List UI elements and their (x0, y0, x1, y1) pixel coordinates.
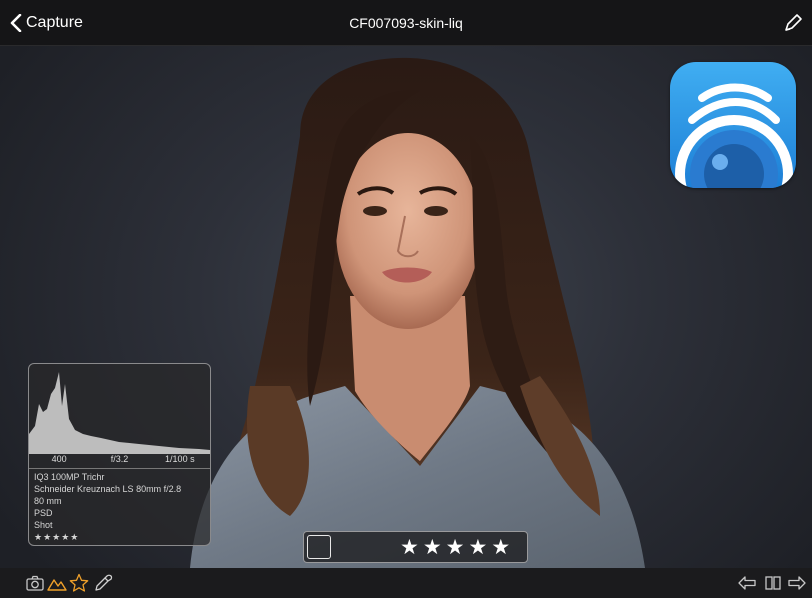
mountain-warning-icon[interactable] (47, 573, 67, 593)
star-5[interactable]: ★ (491, 535, 510, 561)
histogram-chart (29, 372, 210, 454)
capture-pilot-app-icon (670, 62, 796, 188)
back-button[interactable]: Capture (10, 0, 83, 46)
pen-icon[interactable] (782, 12, 804, 34)
star-4[interactable]: ★ (468, 535, 487, 561)
shutter-value: 1/100 s (165, 454, 195, 464)
star-3[interactable]: ★ (446, 535, 465, 561)
camera-icon[interactable] (25, 573, 45, 593)
top-nav-bar: Capture CF007093-skin-liq (0, 0, 812, 46)
star-rating: ★ ★ ★ ★ ★ (400, 535, 510, 561)
exif-summary: 400 f/3.2 1/100 s (29, 454, 210, 468)
iso-value: 400 (51, 454, 67, 464)
select-checkbox[interactable] (307, 535, 331, 559)
bottom-toolbar (0, 568, 812, 598)
chevron-left-icon (10, 14, 22, 32)
rating-bar: ★ ★ ★ ★ ★ (303, 531, 528, 563)
image-metadata: IQ3 100MP Trichr Schneider Kreuznach LS … (34, 471, 181, 531)
histogram-info-panel[interactable]: 400 f/3.2 1/100 s IQ3 100MP Trichr Schne… (28, 363, 211, 546)
split-view-icon[interactable] (763, 573, 783, 593)
divider (29, 468, 210, 469)
focal-length: 80 mm (34, 496, 62, 506)
aperture-value: f/3.2 (110, 454, 129, 464)
mini-rating: ★★★★★ (34, 532, 80, 542)
arrow-left-icon[interactable] (737, 573, 757, 593)
wifi-lens-icon (675, 83, 793, 188)
star-2[interactable]: ★ (423, 535, 442, 561)
arrow-right-icon[interactable] (787, 573, 807, 593)
camera-model: IQ3 100MP Trichr (34, 472, 105, 482)
star-1[interactable]: ★ (400, 535, 419, 561)
eyedropper-icon[interactable] (93, 573, 113, 593)
back-label: Capture (26, 14, 83, 31)
lens-name: Schneider Kreuznach LS 80mm f/2.8 (34, 484, 182, 494)
folder-name: Shot (34, 520, 53, 530)
file-format: PSD (34, 508, 53, 518)
star-icon[interactable] (69, 573, 89, 593)
page-title: CF007093-skin-liq (349, 15, 463, 31)
